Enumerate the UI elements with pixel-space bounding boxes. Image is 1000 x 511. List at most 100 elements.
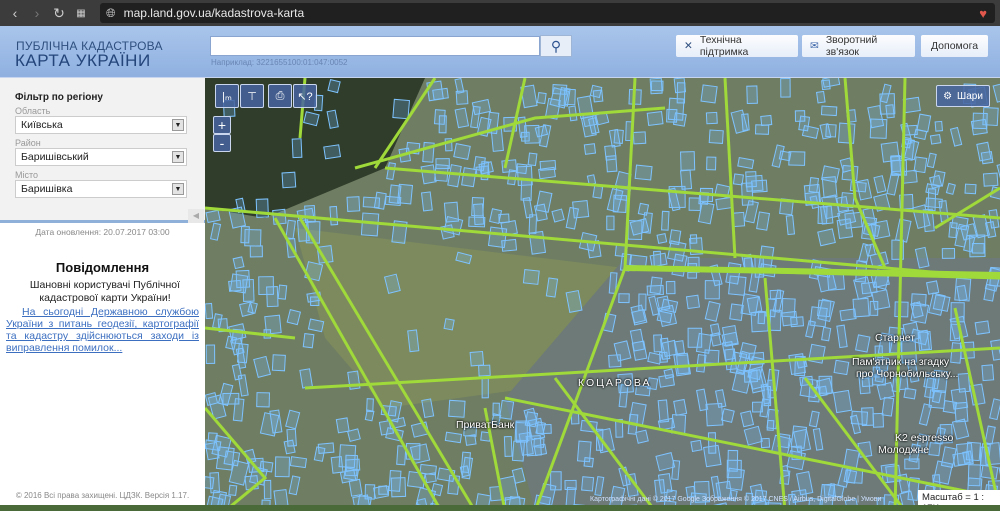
parcel[interactable] bbox=[528, 230, 547, 255]
parcel[interactable] bbox=[760, 437, 771, 449]
parcel[interactable] bbox=[524, 411, 539, 428]
parcel[interactable] bbox=[604, 144, 617, 161]
parcel[interactable] bbox=[852, 297, 870, 318]
parcel[interactable] bbox=[229, 273, 249, 294]
parcel[interactable] bbox=[606, 215, 615, 231]
parcel[interactable] bbox=[649, 276, 663, 295]
parcel[interactable] bbox=[928, 442, 941, 457]
parcel[interactable] bbox=[817, 228, 836, 247]
parcel[interactable] bbox=[205, 441, 220, 461]
parcel[interactable] bbox=[685, 294, 701, 310]
parcel[interactable] bbox=[289, 456, 308, 469]
parcel[interactable] bbox=[808, 177, 820, 193]
parcel[interactable] bbox=[720, 408, 735, 423]
parcel[interactable] bbox=[339, 469, 357, 484]
parcel[interactable] bbox=[781, 310, 798, 327]
parcel[interactable] bbox=[244, 229, 262, 247]
parcel[interactable] bbox=[303, 111, 320, 127]
zoom-out-button[interactable]: - bbox=[213, 134, 231, 152]
parcel[interactable] bbox=[490, 128, 504, 152]
parcel[interactable] bbox=[672, 112, 687, 127]
parcel[interactable] bbox=[763, 385, 772, 407]
parcel[interactable] bbox=[972, 112, 988, 130]
parcel[interactable] bbox=[653, 250, 662, 268]
parcel[interactable] bbox=[631, 340, 648, 361]
parcel[interactable] bbox=[589, 84, 603, 99]
parcel[interactable] bbox=[317, 442, 335, 454]
parcel[interactable] bbox=[608, 354, 622, 368]
parcel[interactable] bbox=[700, 84, 718, 104]
parcel[interactable] bbox=[533, 437, 545, 448]
parcel[interactable] bbox=[925, 197, 943, 209]
parcel[interactable] bbox=[635, 429, 649, 444]
help-button[interactable]: Допомога bbox=[921, 35, 988, 57]
parcel[interactable] bbox=[965, 441, 982, 462]
parcel[interactable] bbox=[917, 330, 933, 351]
parcel[interactable] bbox=[420, 191, 433, 212]
parcel[interactable] bbox=[690, 439, 703, 452]
parcel[interactable] bbox=[869, 118, 888, 139]
parcel[interactable] bbox=[661, 210, 670, 231]
parcel[interactable] bbox=[550, 471, 562, 491]
parcel[interactable] bbox=[538, 166, 556, 180]
parcel[interactable] bbox=[688, 197, 702, 211]
parcel[interactable] bbox=[286, 428, 297, 447]
parcel[interactable] bbox=[738, 342, 757, 361]
parcel[interactable] bbox=[438, 115, 447, 134]
parcel[interactable] bbox=[679, 169, 693, 190]
chevron-down-icon[interactable]: ▼ bbox=[172, 119, 184, 131]
parcel[interactable] bbox=[705, 402, 724, 427]
parcel[interactable] bbox=[259, 460, 274, 473]
parcel[interactable] bbox=[833, 359, 850, 376]
search-button[interactable]: ⚲ bbox=[540, 35, 572, 57]
parcel[interactable] bbox=[769, 289, 782, 300]
heart-icon[interactable]: ♥ bbox=[979, 6, 987, 21]
parcel[interactable] bbox=[741, 113, 750, 131]
parcel[interactable] bbox=[634, 164, 653, 181]
notice-link[interactable]: На сьогодні Державною службою України з … bbox=[6, 306, 199, 354]
parcel[interactable] bbox=[618, 293, 630, 304]
parcel[interactable] bbox=[732, 173, 744, 186]
parcel[interactable] bbox=[980, 150, 994, 165]
feedback-button[interactable]: ✉ Зворотний зв'язок bbox=[802, 34, 915, 58]
map-label-privatbank[interactable]: ПриватБанк bbox=[456, 419, 514, 431]
parcel[interactable] bbox=[695, 354, 707, 373]
parcel[interactable] bbox=[751, 401, 763, 413]
parcel[interactable] bbox=[754, 124, 770, 135]
parcel[interactable] bbox=[854, 334, 871, 353]
parcel[interactable] bbox=[750, 311, 769, 333]
parcel[interactable] bbox=[794, 110, 806, 122]
parcel[interactable] bbox=[821, 326, 832, 342]
parcel[interactable] bbox=[468, 216, 486, 228]
parcel[interactable] bbox=[837, 122, 856, 144]
parcel[interactable] bbox=[825, 123, 837, 138]
forward-icon[interactable]: › bbox=[26, 5, 48, 21]
parcel[interactable] bbox=[258, 276, 274, 296]
parcel[interactable] bbox=[327, 78, 341, 94]
parcel[interactable] bbox=[583, 457, 594, 468]
parcel[interactable] bbox=[277, 284, 288, 300]
search-input[interactable] bbox=[210, 36, 540, 56]
parcel[interactable] bbox=[954, 277, 972, 302]
parcel[interactable] bbox=[348, 478, 363, 497]
parcel[interactable] bbox=[881, 396, 895, 417]
parcel[interactable] bbox=[551, 208, 565, 223]
parcel[interactable] bbox=[461, 167, 477, 188]
parcel[interactable] bbox=[455, 90, 469, 105]
parcel[interactable] bbox=[816, 90, 826, 104]
map-label-k2[interactable]: K2 espresso bbox=[895, 432, 953, 444]
city-select[interactable]: Баришівка ▼ bbox=[15, 180, 187, 198]
parcel[interactable] bbox=[392, 98, 411, 120]
parcel[interactable] bbox=[788, 353, 806, 376]
parcel[interactable] bbox=[471, 98, 492, 116]
parcel[interactable] bbox=[934, 120, 944, 132]
parcel[interactable] bbox=[632, 131, 647, 145]
parcel[interactable] bbox=[950, 215, 969, 231]
parcel[interactable] bbox=[613, 129, 624, 144]
parcel[interactable] bbox=[444, 431, 463, 444]
parcel[interactable] bbox=[941, 248, 956, 259]
parcel[interactable] bbox=[304, 204, 316, 223]
parcel[interactable] bbox=[708, 129, 724, 144]
parcel[interactable] bbox=[323, 144, 342, 160]
parcel[interactable] bbox=[330, 455, 344, 474]
